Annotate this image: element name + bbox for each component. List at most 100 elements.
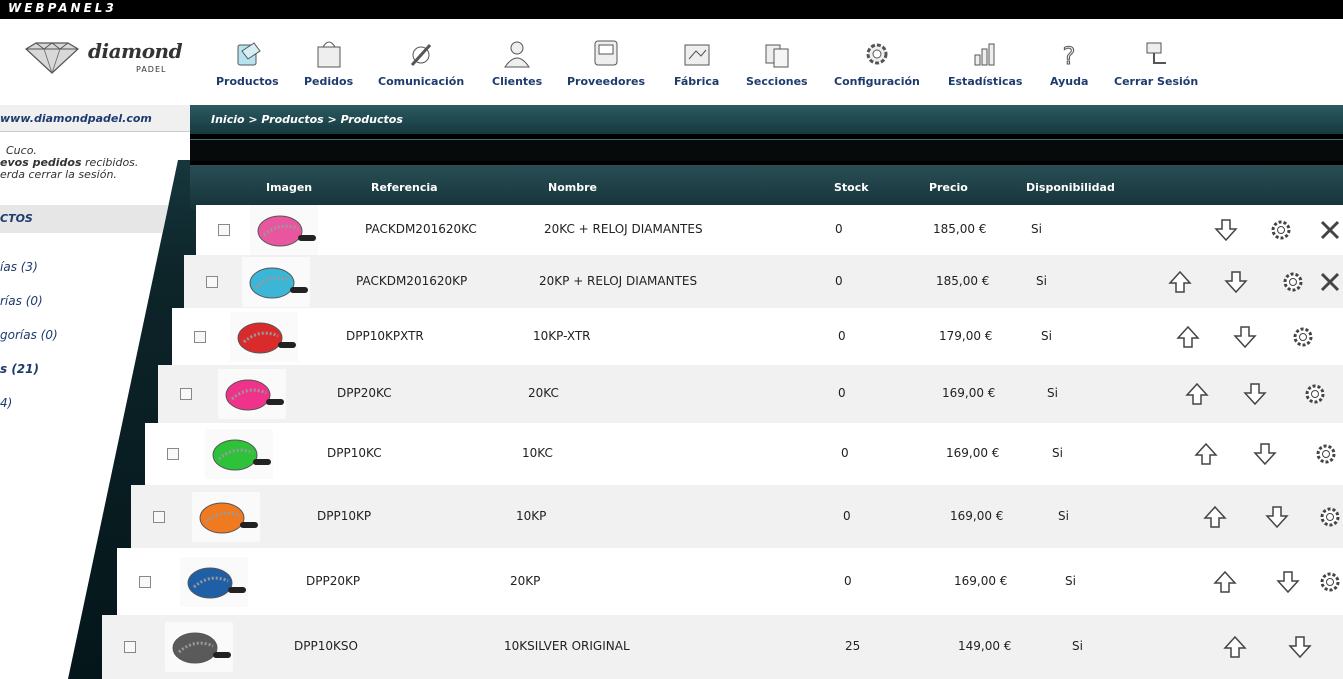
product-name[interactable]: 10KSILVER ORIGINAL [504,639,630,653]
product-reference[interactable]: DPP10KP [317,509,371,523]
header-name[interactable]: Nombre [548,181,597,194]
product-image[interactable] [250,205,318,255]
product-stock: 0 [841,446,849,460]
sidebar-link[interactable]: 4) [0,396,58,430]
nav-item-stats[interactable]: Estadísticas [948,37,1022,99]
move-down-icon[interactable] [1213,217,1239,243]
gear-icon[interactable] [1317,504,1343,530]
sidebar-link[interactable]: ías (3) [0,260,58,294]
gear-icon[interactable] [1280,269,1306,295]
sidebar-links: ías (3) rías (0) gorías (0) s (21) 4) [0,260,58,430]
product-reference[interactable]: DPP10KSO [294,639,358,653]
product-image[interactable] [205,429,273,479]
sections-icon [765,44,789,68]
gear-icon[interactable] [1313,441,1339,467]
product-name[interactable]: 10KP-XTR [533,329,591,343]
sidebar-link[interactable]: rías (0) [0,294,58,328]
move-down-icon[interactable] [1287,634,1313,660]
product-name[interactable]: 20KP [510,574,540,588]
gear-icon [866,43,888,65]
nav-item-gear[interactable]: Configuración [834,37,920,99]
table-row[interactable]: DPP10KPXTR 10KP-XTR 0 179,00 € Si [172,308,1343,365]
product-reference[interactable]: PACKDM201620KP [356,274,467,288]
nav-item-suppliers[interactable]: Proveedores [567,37,645,99]
row-checkbox[interactable] [167,448,179,460]
webpanel-brand: WEBPANEL3 [8,1,117,15]
product-image[interactable] [218,369,286,419]
header: diamond PADEL Productos Pedidos Comunicaci… [0,19,1343,105]
product-price: 169,00 € [954,573,1008,588]
move-up-icon[interactable] [1212,569,1238,595]
nav-item-communication[interactable]: Comunicación [378,37,464,99]
product-image[interactable] [165,622,233,672]
move-up-icon[interactable] [1193,441,1219,467]
gear-icon[interactable] [1268,217,1294,243]
row-checkbox[interactable] [153,510,165,523]
header-image: Imagen [266,181,313,194]
product-name[interactable]: 10KP [516,509,546,523]
product-reference[interactable]: DPP20KP [306,574,360,588]
products-icon [237,42,262,66]
row-checkbox[interactable] [124,641,136,653]
row-checkbox[interactable] [180,388,192,400]
product-stock: 0 [843,508,851,523]
product-name[interactable]: 10KC [522,446,553,460]
gear-icon[interactable] [1302,381,1328,407]
move-up-icon[interactable] [1175,324,1201,350]
gear-icon[interactable] [1290,324,1316,350]
table-row[interactable]: PACKDM201620KP 20KP + RELOJ DIAMANTES 0 185… [184,255,1343,308]
header-stock[interactable]: Stock [834,181,869,194]
product-image[interactable] [180,556,248,607]
product-reference[interactable]: DPP10KPXTR [346,329,424,343]
row-checkbox[interactable] [206,275,218,288]
sidebar-link[interactable]: s (21) [0,362,58,396]
nav-item-orders[interactable]: Pedidos [304,37,353,99]
product-image[interactable] [192,491,260,542]
nav-item-factory[interactable]: Fábrica [674,37,719,99]
table-row[interactable]: DPP20KP 20KP 0 169,00 € Si [117,548,1343,615]
table-row[interactable]: PACKDM201620KC 20KC + RELOJ DIAMANTES 0 185… [196,205,1343,255]
sidebar-link[interactable]: gorías (0) [0,328,58,362]
nav-item-help[interactable]: ? Ayuda [1050,37,1088,99]
move-up-icon[interactable] [1184,381,1210,407]
nav-item-products[interactable]: Productos [216,37,279,99]
table-row[interactable]: DPP20KC 20KC 0 169,00 € Si [158,365,1343,423]
move-down-icon[interactable] [1223,269,1249,295]
session-info: Cuco. evos pedidos recibidos. erda cerra… [0,145,138,181]
move-down-icon[interactable] [1232,324,1258,350]
move-up-icon[interactable] [1222,634,1248,660]
product-reference[interactable]: DPP20KC [337,386,392,400]
header-reference[interactable]: Referencia [371,181,438,194]
gear-icon[interactable] [1317,569,1343,595]
product-name[interactable]: 20KC [528,386,559,400]
logout-icon [1146,42,1167,64]
row-checkbox[interactable] [194,330,206,343]
move-down-icon[interactable] [1242,381,1268,407]
product-reference[interactable]: PACKDM201620KC [365,222,477,236]
table-row[interactable]: DPP10KC 10KC 0 169,00 € Si [145,423,1343,485]
nav-item-logout[interactable]: Cerrar Sesión [1114,37,1198,99]
logo[interactable]: diamond PADEL [20,39,190,89]
header-availability[interactable]: Disponibilidad [1026,181,1115,194]
product-name[interactable]: 20KC + RELOJ DIAMANTES [544,222,703,236]
product-image[interactable] [230,311,298,362]
move-down-icon[interactable] [1275,569,1301,595]
move-up-icon[interactable] [1202,504,1228,530]
site-url[interactable]: www.diamondpadel.com [0,105,190,132]
row-checkbox[interactable] [218,224,230,236]
delete-icon[interactable] [1317,269,1343,295]
nav-item-sections[interactable]: Secciones [746,37,808,99]
row-checkbox[interactable] [139,575,151,588]
product-reference[interactable]: DPP10KC [327,446,382,460]
table-row[interactable]: DPP10KSO 10KSILVER ORIGINAL 25 149,00 € Si [102,615,1343,679]
header-price[interactable]: Precio [929,181,968,194]
move-up-icon[interactable] [1167,269,1193,295]
move-down-icon[interactable] [1252,441,1278,467]
logo-sub: PADEL [136,65,167,74]
table-row[interactable]: DPP10KP 10KP 0 169,00 € Si [131,485,1343,548]
move-down-icon[interactable] [1264,504,1290,530]
product-name[interactable]: 20KP + RELOJ DIAMANTES [539,274,697,288]
delete-icon[interactable] [1317,217,1343,243]
product-image[interactable] [242,256,310,307]
nav-item-clients[interactable]: Clientes [492,37,542,99]
